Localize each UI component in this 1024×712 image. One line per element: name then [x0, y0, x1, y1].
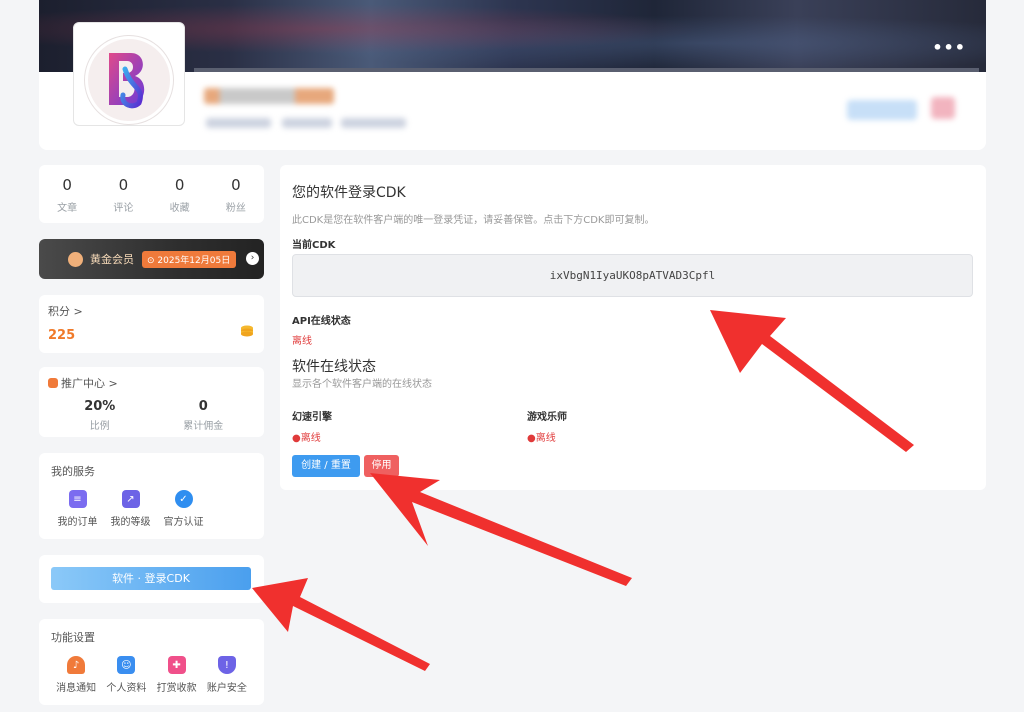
- stat-favorites[interactable]: 0 收藏: [152, 165, 208, 223]
- stat-label: 评论: [113, 203, 134, 214]
- stat-posts[interactable]: 0 文章: [39, 165, 95, 223]
- functions-title: 功能设置: [51, 631, 95, 644]
- disable-button[interactable]: 停用: [364, 455, 399, 477]
- ratio-label: 比例: [89, 421, 110, 432]
- points-card[interactable]: 积分 > 225: [39, 295, 264, 353]
- user-meta-blurred: [206, 118, 271, 128]
- setting-label: 打赏收款: [156, 683, 197, 694]
- setting-label: 个人资料: [106, 683, 147, 694]
- stat-followers[interactable]: 0 粉丝: [208, 165, 264, 223]
- follow-button-blurred[interactable]: [847, 100, 917, 120]
- api-status-label: API在线状态: [292, 316, 351, 327]
- shield-icon: !: [217, 656, 236, 674]
- vip-banner[interactable]: 黄金会员 ⊙ 2025年12月05日 ›: [39, 239, 264, 279]
- commission-value: 0: [198, 399, 208, 414]
- profile-icon: ☺: [117, 656, 136, 674]
- stat-label: 收藏: [169, 203, 190, 214]
- service-orders[interactable]: ≡ 我的订单: [51, 490, 104, 528]
- cdk-panel-title: 您的软件登录CDK: [292, 185, 406, 201]
- bell-icon: ♪: [67, 656, 86, 674]
- gift-icon: ✚: [167, 656, 186, 674]
- service-label: 我的等级: [110, 517, 151, 528]
- avatar: [85, 36, 173, 124]
- function-settings-card: 功能设置 ♪ 消息通知 ☺ 个人资料 ✚ 打赏收款 ! 账户安全: [39, 619, 264, 705]
- stat-value: 0: [174, 176, 185, 194]
- online-status-title: 软件在线状态: [292, 359, 376, 375]
- cdk-nav-card: 软件 · 登录CDK: [39, 555, 264, 603]
- my-services-card: 我的服务 ≡ 我的订单 ↗ 我的等级 ✓ 官方认证: [39, 453, 264, 539]
- user-meta-blurred: [341, 118, 406, 128]
- service-label: 我的订单: [57, 517, 98, 528]
- verified-icon: ✓: [174, 490, 193, 508]
- level-icon: ↗: [121, 490, 140, 508]
- ratio-value: 20%: [84, 399, 116, 414]
- total-commission: 0 累计佣金: [152, 399, 256, 432]
- api-status-value: 离线: [292, 336, 312, 347]
- setting-label: 账户安全: [206, 683, 247, 694]
- commission-label: 累计佣金: [183, 421, 224, 432]
- arrow-to-cdk-nav-button: [252, 578, 430, 671]
- points-title: 积分 >: [48, 305, 83, 318]
- stat-comments[interactable]: 0 评论: [95, 165, 151, 223]
- username-blurred: [204, 88, 334, 104]
- vip-expiry-badge: ⊙ 2025年12月05日: [142, 250, 237, 268]
- avatar-frame[interactable]: [73, 22, 185, 126]
- promotion-title-row[interactable]: 推广中心 >: [48, 375, 255, 391]
- commission-ratio: 20% 比例: [48, 399, 152, 432]
- more-dots-icon[interactable]: •••: [932, 38, 966, 57]
- coins-icon: [241, 325, 253, 337]
- setting-profile[interactable]: ☺ 个人资料: [101, 656, 151, 694]
- points-value: 225: [48, 328, 76, 343]
- cdk-panel: 您的软件登录CDK 此CDK是您在软件客户端的唯一登录凭证，请妥善保管。点击下方…: [280, 165, 986, 490]
- action-icon-blurred[interactable]: [931, 97, 955, 119]
- user-stats: 0 文章 0 评论 0 收藏 0 粉丝: [39, 165, 264, 223]
- promotion-title: 推广中心 >: [61, 377, 118, 390]
- service-level[interactable]: ↗ 我的等级: [104, 490, 157, 528]
- logo-b-icon: [109, 53, 145, 109]
- setting-tips[interactable]: ✚ 打赏收款: [152, 656, 202, 694]
- cover-divider: [194, 68, 979, 72]
- vip-crown-icon: [68, 251, 83, 267]
- chevron-right-icon[interactable]: ›: [246, 252, 259, 265]
- profile-header: •••: [39, 0, 986, 150]
- setting-label: 消息通知: [56, 683, 97, 694]
- cdk-panel-subtitle: 此CDK是您在软件客户端的唯一登录凭证，请妥善保管。点击下方CDK即可复制。: [292, 215, 655, 226]
- current-cdk-label: 当前CDK: [292, 240, 336, 251]
- cdk-value-box[interactable]: ixVbgN1IyaUKO8pATVAD3Cpfl: [292, 254, 973, 297]
- create-reset-button[interactable]: 创建 / 重置: [292, 455, 360, 477]
- promotion-card: 推广中心 > 20% 比例 0 累计佣金: [39, 367, 264, 437]
- order-icon: ≡: [68, 490, 87, 508]
- service-label: 官方认证: [163, 517, 204, 528]
- setting-notifications[interactable]: ♪ 消息通知: [51, 656, 101, 694]
- stat-value: 0: [62, 176, 72, 194]
- service-verification[interactable]: ✓ 官方认证: [157, 490, 210, 528]
- stat-label: 文章: [57, 203, 78, 214]
- stat-value: 0: [118, 176, 129, 194]
- setting-security[interactable]: ! 账户安全: [202, 656, 252, 694]
- promotion-icon: [48, 378, 58, 388]
- app-name: 游戏乐师: [527, 412, 567, 423]
- stat-label: 粉丝: [225, 203, 246, 214]
- vip-label: 黄金会员: [90, 253, 134, 266]
- user-meta-blurred: [282, 118, 332, 128]
- app-status: ●离线: [527, 433, 556, 444]
- software-login-cdk-button[interactable]: 软件 · 登录CDK: [51, 567, 251, 590]
- services-title: 我的服务: [51, 465, 95, 478]
- stat-value: 0: [231, 176, 241, 194]
- app-status: ●离线: [292, 433, 321, 444]
- online-status-subtitle: 显示各个软件客户端的在线状态: [292, 379, 432, 390]
- app-name: 幻速引擎: [292, 412, 332, 423]
